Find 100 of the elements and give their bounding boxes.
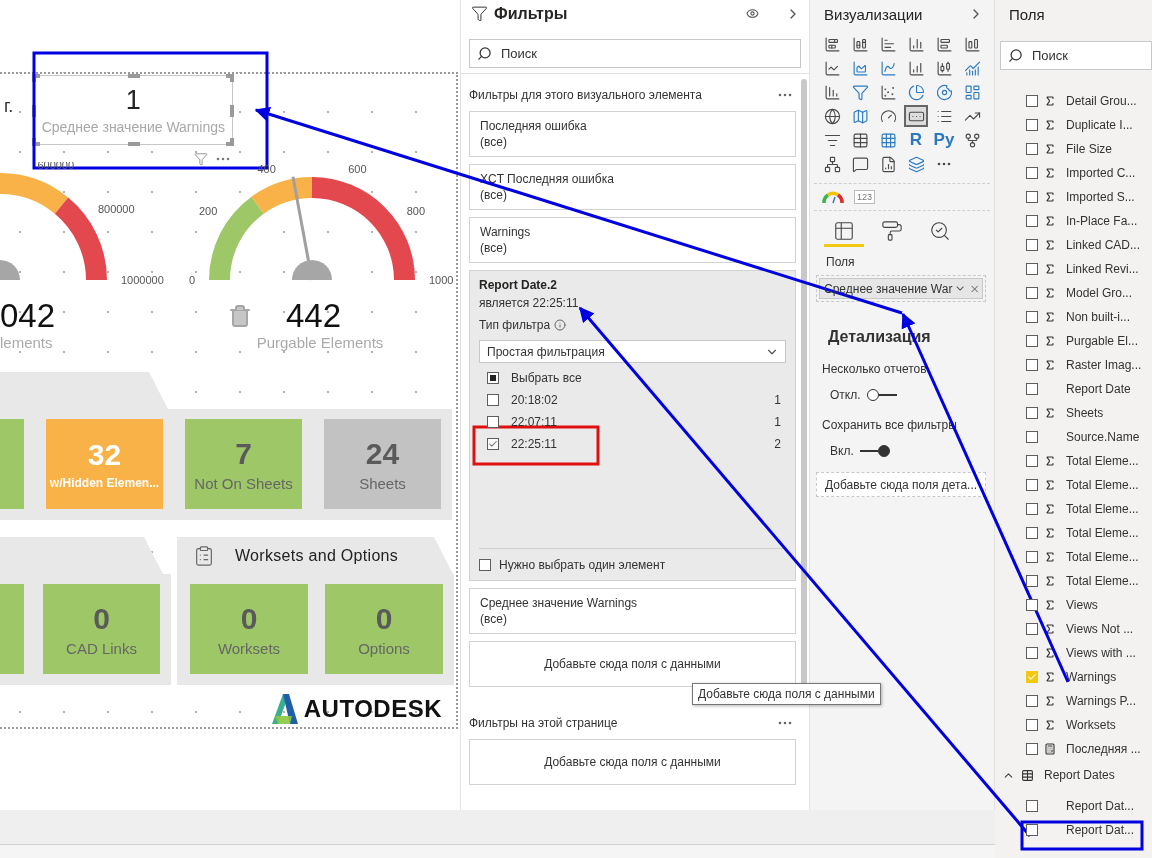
field-name[interactable]: Total Eleme... xyxy=(1066,526,1139,540)
checkbox[interactable] xyxy=(1026,191,1038,203)
gauge-icon[interactable] xyxy=(822,190,844,204)
tile-value: 24 xyxy=(365,436,400,471)
visual-type-button[interactable] xyxy=(904,105,928,127)
field-name[interactable]: Total Eleme... xyxy=(1066,502,1139,516)
checkbox[interactable] xyxy=(1026,95,1038,107)
field-name[interactable]: Imported C... xyxy=(1066,166,1136,180)
drop-zone[interactable]: Добавьте сюда поля с данными xyxy=(469,739,796,785)
checkbox[interactable] xyxy=(1026,455,1038,467)
checkbox[interactable] xyxy=(1026,479,1038,491)
checkbox[interactable] xyxy=(1026,431,1038,443)
checkbox[interactable] xyxy=(1026,287,1038,299)
filter-summary: (все) xyxy=(480,241,508,255)
filter-card[interactable]: Последняя ошибка (все) xyxy=(469,111,796,157)
tick-label: 0 xyxy=(188,274,195,286)
more-icon[interactable] xyxy=(778,93,792,97)
checkbox[interactable] xyxy=(487,394,499,406)
checkbox[interactable] xyxy=(1026,623,1038,635)
search-field[interactable]: Поиск xyxy=(469,39,801,68)
field-name[interactable]: Total Eleme... xyxy=(1066,478,1139,492)
field-name[interactable]: Purgable El... xyxy=(1066,334,1139,348)
visual-type-button[interactable]: Py xyxy=(932,129,956,151)
checkbox[interactable] xyxy=(1026,551,1038,563)
more-icon[interactable] xyxy=(778,721,792,725)
filter-card[interactable]: Warnings (все) xyxy=(469,217,796,263)
eye-icon[interactable] xyxy=(746,7,759,20)
checkbox[interactable] xyxy=(487,416,499,428)
sigma-icon xyxy=(1044,95,1056,107)
field-name[interactable]: Linked Revi... xyxy=(1066,262,1139,276)
checkbox[interactable] xyxy=(479,558,491,571)
checkbox[interactable] xyxy=(1026,695,1038,707)
field-name[interactable]: Source.Name xyxy=(1066,430,1140,444)
field-name[interactable]: Imported S... xyxy=(1066,190,1135,204)
field-name[interactable]: Linked CAD... xyxy=(1066,238,1141,252)
field-name[interactable]: Non built-i... xyxy=(1066,310,1131,324)
checkbox[interactable] xyxy=(1026,263,1038,275)
field-name[interactable]: Total Eleme... xyxy=(1066,550,1139,564)
checkbox[interactable] xyxy=(1026,359,1038,371)
field-name[interactable]: File Size xyxy=(1066,142,1112,156)
option-label: 20:18:02 xyxy=(511,393,559,407)
checkbox[interactable] xyxy=(1026,527,1038,539)
field-name[interactable]: Report Dat... xyxy=(1066,823,1135,837)
field-name[interactable]: Worksets xyxy=(1066,718,1116,732)
resize-handle[interactable] xyxy=(128,74,141,78)
toggle-switch[interactable] xyxy=(866,389,897,401)
field-name[interactable]: Views Not ... xyxy=(1066,622,1134,636)
field-name[interactable]: Model Gro... xyxy=(1066,286,1133,300)
close-icon[interactable] xyxy=(968,282,980,295)
checkbox[interactable] xyxy=(1026,143,1038,155)
field-name[interactable]: Report Date xyxy=(1066,382,1131,396)
checkbox[interactable] xyxy=(1026,719,1038,731)
resize-handle[interactable] xyxy=(230,105,235,117)
toggle-switch[interactable] xyxy=(859,445,890,457)
checkbox[interactable] xyxy=(487,438,499,450)
field-name[interactable]: Duplicate I... xyxy=(1066,118,1133,132)
tick-label: 800 xyxy=(406,205,425,218)
field-name[interactable]: Views with ... xyxy=(1066,646,1136,660)
checkbox[interactable] xyxy=(1026,383,1038,395)
table-name[interactable]: Report Dates xyxy=(1044,768,1115,782)
checkbox[interactable] xyxy=(1026,335,1038,347)
checkbox[interactable] xyxy=(1026,239,1038,251)
checkbox[interactable] xyxy=(1026,167,1038,179)
info-icon[interactable] xyxy=(554,319,567,331)
field-name[interactable]: Total Eleme... xyxy=(1066,574,1139,588)
search-field[interactable]: Поиск xyxy=(1000,41,1152,70)
area-chart-icon xyxy=(851,59,869,77)
gauge-value: 042 xyxy=(0,296,56,336)
field-name[interactable]: Detail Grou... xyxy=(1066,94,1137,108)
drop-zone[interactable]: Добавьте сюда поля с данными xyxy=(469,641,796,687)
field-name[interactable]: Warnings P... xyxy=(1066,694,1137,708)
tile-label: w/Hidden Elemen... xyxy=(49,476,160,490)
checkbox[interactable] xyxy=(1026,575,1038,587)
drop-zone[interactable]: Добавьте сюда поля дета... xyxy=(816,472,986,497)
field-name[interactable]: Report Dat... xyxy=(1066,799,1135,813)
field-name[interactable]: Последняя ... xyxy=(1066,742,1141,756)
field-name[interactable]: Raster Imag... xyxy=(1066,358,1142,372)
checkbox[interactable] xyxy=(1026,119,1038,131)
checkbox[interactable] xyxy=(1026,824,1038,836)
checkbox[interactable] xyxy=(1026,647,1038,659)
field-name[interactable]: In-Place Fa... xyxy=(1066,214,1138,228)
checkbox[interactable] xyxy=(1026,743,1038,755)
checkbox[interactable] xyxy=(1026,599,1038,611)
checkbox[interactable] xyxy=(1026,215,1038,227)
field-name[interactable]: Views xyxy=(1066,598,1098,612)
field-name[interactable]: Sheets xyxy=(1066,406,1104,420)
resize-handle[interactable] xyxy=(128,142,141,146)
filter-card[interactable]: Среднее значение Warnings (все) xyxy=(469,588,796,634)
sigma-icon xyxy=(1044,479,1056,491)
filter-type-dropdown[interactable]: Простая фильтрация xyxy=(479,340,786,363)
checkbox[interactable] xyxy=(1026,800,1038,812)
field-name[interactable]: Total Eleme... xyxy=(1066,454,1139,468)
field-name[interactable]: Warnings xyxy=(1066,670,1117,684)
number-card-icon[interactable]: 123 xyxy=(854,190,876,204)
checkbox[interactable] xyxy=(1026,503,1038,515)
more-icon[interactable] xyxy=(216,157,231,161)
checkbox[interactable] xyxy=(1026,407,1038,419)
checkbox[interactable] xyxy=(1026,311,1038,323)
visual-type-button[interactable]: R xyxy=(904,129,928,151)
checkbox[interactable] xyxy=(487,372,499,384)
